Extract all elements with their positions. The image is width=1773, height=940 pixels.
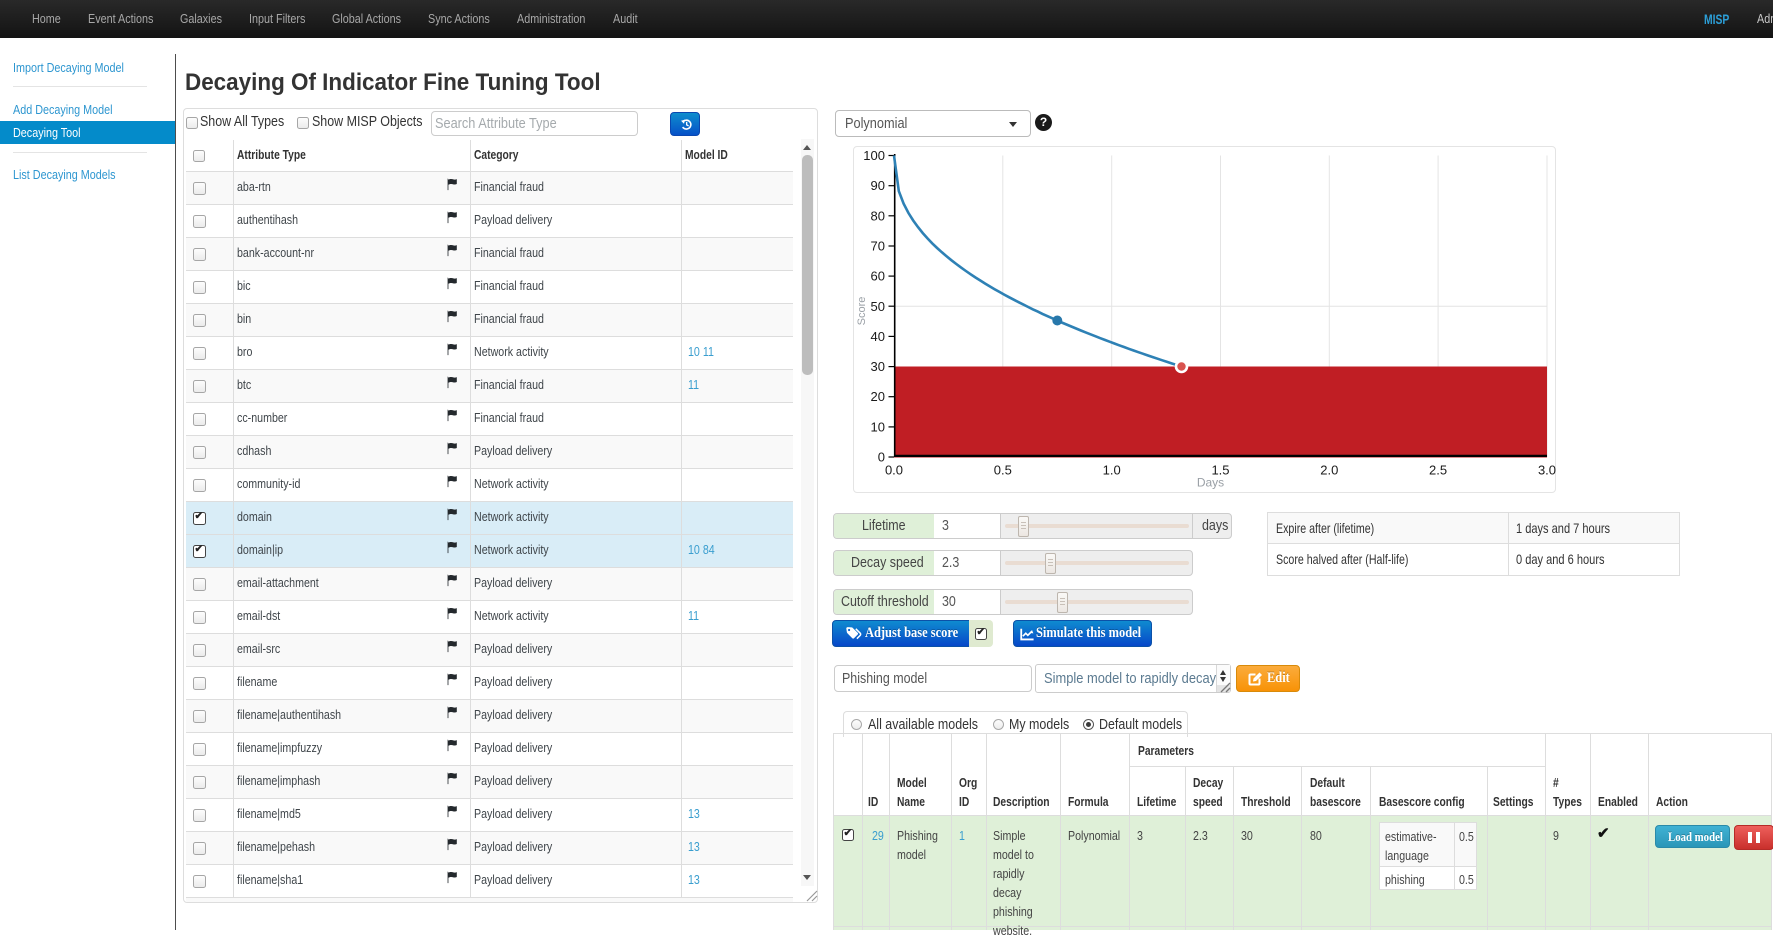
svg-text:1.0: 1.0 <box>1103 463 1121 478</box>
svg-text:2.5: 2.5 <box>1429 463 1447 478</box>
svg-text:10: 10 <box>871 419 885 434</box>
svg-text:100: 100 <box>863 148 885 163</box>
svg-text:0.0: 0.0 <box>885 463 903 478</box>
svg-text:20: 20 <box>871 389 885 404</box>
svg-text:0: 0 <box>878 450 885 465</box>
svg-text:3.0: 3.0 <box>1538 463 1556 478</box>
svg-text:30: 30 <box>871 359 885 374</box>
svg-text:Score: Score <box>856 297 868 326</box>
svg-text:40: 40 <box>871 329 885 344</box>
svg-text:60: 60 <box>871 269 885 284</box>
svg-text:70: 70 <box>871 239 885 254</box>
svg-text:Days: Days <box>1197 476 1224 490</box>
svg-text:0.5: 0.5 <box>994 463 1012 478</box>
svg-text:2.0: 2.0 <box>1320 463 1338 478</box>
svg-text:90: 90 <box>871 178 885 193</box>
svg-text:50: 50 <box>871 299 885 314</box>
svg-text:80: 80 <box>871 208 885 223</box>
